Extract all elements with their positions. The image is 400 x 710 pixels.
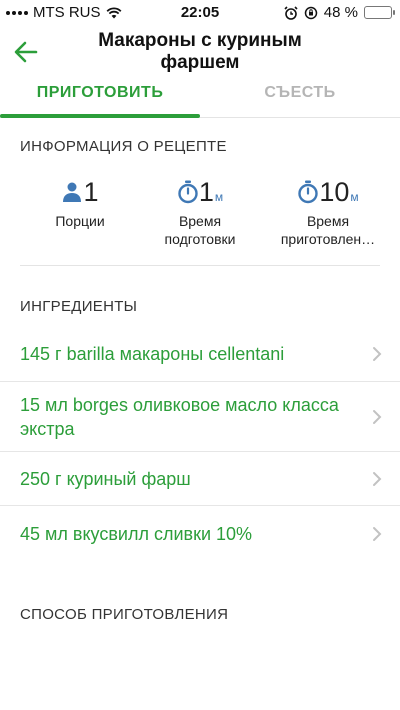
divider: [20, 265, 380, 266]
prep-label-line2: подготовки: [164, 231, 236, 247]
recipe-info: 1 Порции 1 м Время подготовки 10 м Время…: [0, 172, 400, 264]
battery-icon: [364, 6, 395, 19]
prep-time-unit: м: [214, 190, 224, 204]
info-cook-time[interactable]: 10 м Время приготовлен…: [262, 172, 394, 248]
ingredient-item[interactable]: 145 г barilla макароны cellentani: [0, 326, 400, 382]
battery-percent: 48 %: [323, 4, 358, 21]
ingredient-item[interactable]: 45 мл вкусвилл сливки 10%: [0, 506, 400, 562]
cook-value-row: 10 м: [262, 172, 394, 208]
active-tab-indicator: [0, 114, 200, 118]
stopwatch-icon: [178, 180, 198, 204]
method-section-title: СПОСОБ ПРИГОТОВЛЕНИЯ: [20, 606, 229, 623]
back-button[interactable]: [12, 38, 40, 66]
arrow-left-icon: [14, 41, 38, 63]
status-bar: MTS RUS 22:05 48 %: [0, 0, 400, 26]
tab-bar: ПРИГОТОВИТЬ СЪЕСТЬ: [0, 78, 400, 118]
ingredient-text: 15 мл borges оливковое масло класса экст…: [20, 394, 339, 439]
chevron-right-icon: [373, 527, 382, 541]
servings-value-row: 1: [14, 172, 146, 208]
info-servings[interactable]: 1 Порции: [14, 172, 146, 230]
ingredient-text: 145 г barilla макароны cellentani: [20, 343, 285, 364]
alarm-icon: [284, 5, 298, 20]
ingredients-section-title: ИНГРЕДИЕНТЫ: [20, 298, 138, 315]
status-right: 48 %: [284, 4, 395, 21]
ingredient-text: 45 мл вкусвилл сливки 10%: [20, 524, 253, 544]
tab-eat[interactable]: СЪЕСТЬ: [200, 78, 400, 118]
page-title: Макароны с куриным фаршем: [98, 30, 302, 73]
cook-label-line1: Время: [306, 213, 350, 229]
info-prep-time[interactable]: 1 м Время подготовки: [134, 172, 266, 248]
chevron-right-icon: [373, 409, 382, 424]
prep-value-row: 1 м: [134, 172, 266, 208]
info-section-title: ИНФОРМАЦИЯ О РЕЦЕПТЕ: [20, 138, 227, 155]
app-header: Макароны с куриным фаршем: [0, 26, 400, 78]
ingredient-item[interactable]: 15 мл borges оливковое масло класса экст…: [0, 382, 400, 452]
prep-time-label: Время подготовки: [134, 212, 266, 248]
cook-time-value: 10: [319, 177, 350, 207]
cook-time-label: Время приготовлен…: [262, 212, 394, 248]
ingredient-list: 145 г barilla макароны cellentani 15 мл …: [0, 326, 400, 562]
tab-cook[interactable]: ПРИГОТОВИТЬ: [0, 78, 200, 118]
orientation-lock-icon: [304, 6, 318, 19]
cook-label-line2: приготовлен…: [280, 231, 376, 247]
person-icon: [63, 182, 82, 202]
cook-time-unit: м: [350, 190, 359, 204]
ingredient-item[interactable]: 250 г куриный фарш: [0, 452, 400, 506]
chevron-right-icon: [373, 346, 382, 361]
ingredient-text: 250 г куриный фарш: [20, 468, 191, 489]
prep-time-value: 1: [198, 177, 214, 207]
servings-label: Порции: [55, 213, 105, 229]
chevron-right-icon: [373, 471, 382, 486]
stopwatch-icon: [298, 180, 319, 204]
prep-label-line1: Время: [178, 213, 222, 229]
servings-value: 1: [83, 177, 99, 207]
